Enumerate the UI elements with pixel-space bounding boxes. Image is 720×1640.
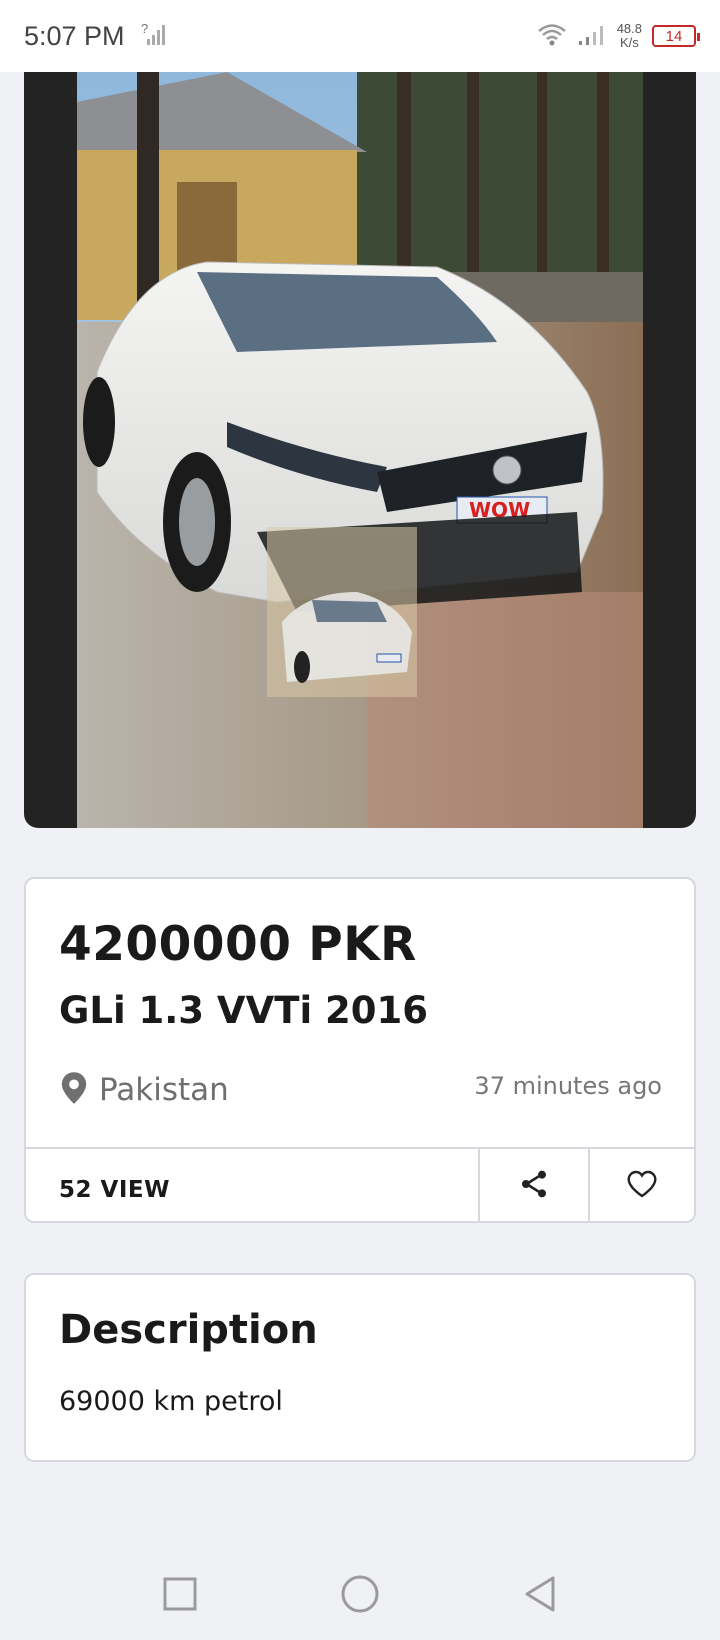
back-button[interactable] — [510, 1566, 570, 1626]
system-nav-bar — [0, 1550, 720, 1640]
location-pin-icon — [59, 1071, 89, 1109]
listing-price: 4200000 PKR — [59, 917, 417, 972]
status-right: 48.8 K/s 14 — [537, 22, 700, 51]
battery-icon: 14 — [652, 25, 700, 47]
listing-photo[interactable]: WOW — [77, 72, 643, 828]
listing-title: GLi 1.3 VVTi 2016 — [59, 989, 428, 1032]
favorite-button[interactable] — [590, 1149, 694, 1223]
triangle-back-icon — [523, 1575, 557, 1617]
listing-location: Pakistan — [59, 1071, 229, 1109]
location-text: Pakistan — [99, 1072, 229, 1108]
recent-apps-button[interactable] — [150, 1566, 210, 1626]
share-icon — [518, 1168, 550, 1204]
share-button[interactable] — [480, 1149, 588, 1223]
description-card: Description 69000 km petrol — [24, 1273, 696, 1462]
description-heading: Description — [59, 1307, 318, 1353]
status-bar: 5:07 PM ? 48.8 K/s 14 — [0, 0, 720, 72]
posted-time: 37 minutes ago — [474, 1072, 662, 1100]
wifi-icon — [537, 22, 567, 51]
listing-summary-card: 4200000 PKR GLi 1.3 VVTi 2016 Pakistan 3… — [24, 877, 696, 1223]
battery-level: 14 — [665, 27, 683, 45]
circle-icon — [340, 1574, 380, 1618]
svg-text:?: ? — [141, 21, 148, 36]
square-icon — [163, 1577, 197, 1615]
status-left: 5:07 PM ? — [24, 21, 165, 52]
network-speed-value: 48.8 — [616, 21, 642, 36]
view-count: 52 VIEW — [59, 1177, 170, 1203]
home-button[interactable] — [330, 1566, 390, 1626]
listing-photo-frame[interactable]: WOW — [24, 72, 696, 828]
signal-unknown-icon: ? — [141, 21, 165, 52]
cell-signal-icon — [577, 22, 607, 51]
network-speed: 48.8 K/s — [617, 22, 642, 50]
network-speed-unit: K/s — [619, 35, 639, 50]
status-time: 5:07 PM — [24, 20, 125, 51]
description-text: 69000 km petrol — [59, 1386, 283, 1417]
heart-icon — [626, 1169, 658, 1203]
